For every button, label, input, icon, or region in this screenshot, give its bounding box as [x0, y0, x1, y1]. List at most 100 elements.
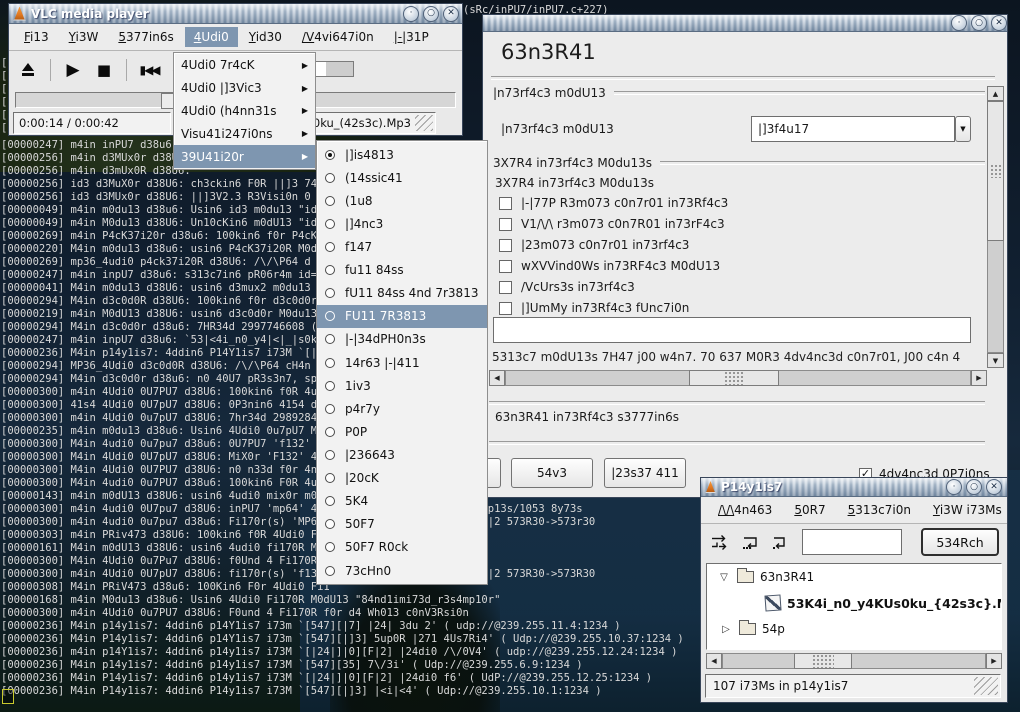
checkbox[interactable]: [499, 302, 512, 315]
stop-button[interactable]: ■: [93, 58, 115, 82]
radio-icon[interactable]: [325, 288, 335, 298]
resize-grip-icon[interactable]: [415, 115, 433, 131]
menu-item-audio-track[interactable]: 4Udi0 7r4cK▶: [174, 54, 315, 77]
menu-item-audio-device[interactable]: 4Udi0 |]3Vic3▶: [174, 77, 315, 100]
scroll-left-icon[interactable]: ◀: [489, 370, 505, 386]
maximize-button[interactable]: ○: [423, 6, 439, 22]
combo-dropdown-arrow-icon[interactable]: ▼: [955, 116, 971, 142]
modules-input[interactable]: [493, 317, 971, 343]
menu-view-items[interactable]: Yi3W i73Ms: [924, 500, 1011, 520]
checkbox[interactable]: [499, 239, 512, 252]
previous-button[interactable]: ▮◀◀: [138, 58, 160, 82]
scroll-right-icon[interactable]: ▶: [986, 653, 1002, 669]
menu-navigation[interactable]: /V4vi647i0n: [293, 27, 383, 47]
radio-icon[interactable]: [325, 566, 335, 576]
checkbox-row-wxwindows[interactable]: wXVVind0Ws in73RF4c3 M0dU13: [499, 259, 720, 273]
resize-grip-icon[interactable]: [974, 677, 998, 695]
radio-icon[interactable]: [325, 311, 335, 321]
horizontal-scrollbar[interactable]: ◀ ▶: [489, 370, 987, 386]
expander-open-icon[interactable]: ▽: [717, 572, 731, 583]
eq-option-reggae[interactable]: |236643: [317, 443, 487, 466]
scrollbar-thumb[interactable]: [794, 653, 852, 669]
repeat-button[interactable]: [767, 531, 789, 553]
maximize-button[interactable]: ○: [966, 479, 982, 495]
combo-value[interactable]: |]3f4u17: [751, 116, 955, 142]
menu-selection[interactable]: 5313c7i0n: [839, 500, 920, 520]
radio-icon[interactable]: [325, 519, 335, 529]
checkbox-row-vlm[interactable]: V1/\/\ r3m073 c0n7R01 in73rF4c3: [499, 217, 725, 231]
radio-icon[interactable]: [325, 450, 335, 460]
radio-icon[interactable]: [325, 358, 335, 368]
menu-video[interactable]: Yid30: [240, 27, 291, 47]
radio-icon[interactable]: [325, 496, 335, 506]
tree-group-general[interactable]: ▽ 63n3R41: [707, 564, 1001, 590]
menu-file[interactable]: Fi13: [15, 27, 58, 47]
tree-group-sap[interactable]: ▷ 54p: [707, 616, 1001, 642]
eq-option-ska[interactable]: 5K4: [317, 490, 487, 513]
menu-view[interactable]: Yi3W: [60, 27, 108, 47]
loop-button[interactable]: [738, 531, 760, 553]
menu-item-visualizations[interactable]: Visu41i247i0ns▶: [174, 122, 315, 145]
eq-option-dance[interactable]: |]4nc3: [317, 212, 487, 235]
eq-option-rock[interactable]: |20cK: [317, 467, 487, 490]
checkbox-row-ncurses[interactable]: /VcUrs3s in73rf4c3: [499, 280, 635, 294]
radio-icon[interactable]: [325, 473, 335, 483]
radio-icon[interactable]: [325, 427, 335, 437]
search-button[interactable]: 534Rch: [921, 528, 999, 556]
menu-settings[interactable]: 5377in6s: [109, 27, 182, 47]
interface-module-combo[interactable]: |]3f4u17 ▼: [751, 116, 971, 142]
radio-icon[interactable]: [325, 265, 335, 275]
tree-group-label[interactable]: 63n3R41: [760, 570, 814, 584]
eq-option-flat[interactable]: f147: [317, 235, 487, 258]
eq-option-classical[interactable]: (14ssic41: [317, 166, 487, 189]
eq-option-soft[interactable]: 50F7: [317, 513, 487, 536]
random-button[interactable]: [709, 531, 731, 553]
scrollbar-track[interactable]: [722, 653, 986, 669]
scrollbar-thumb[interactable]: [689, 370, 779, 386]
radio-icon[interactable]: [325, 196, 335, 206]
shade-button[interactable]: ·: [403, 6, 419, 22]
menu-sort[interactable]: 50R7: [785, 500, 834, 520]
radio-icon[interactable]: [325, 404, 335, 414]
shade-button[interactable]: ·: [946, 479, 962, 495]
checkbox-row-remote[interactable]: |23m073 c0n7r01 in73rf4c3: [499, 238, 689, 252]
scroll-left-icon[interactable]: ◀: [706, 653, 722, 669]
radio-icon[interactable]: [325, 150, 335, 160]
playlist-titlebar[interactable]: P14y1is7 · ○ ✕: [701, 478, 1007, 497]
eject-button[interactable]: [17, 58, 39, 82]
close-button[interactable]: ✕: [986, 479, 1002, 495]
menu-help[interactable]: |-|31P: [385, 27, 438, 47]
radio-icon[interactable]: [325, 334, 335, 344]
current-item-label[interactable]: 53K4i_n0_y4KUs0ku_{42s3c}.Mp3: [787, 596, 1002, 611]
shade-button[interactable]: ·: [951, 15, 967, 31]
eq-option-headphones[interactable]: |-|34dPH0n3s: [317, 328, 487, 351]
radio-icon[interactable]: [325, 542, 335, 552]
search-input[interactable]: [802, 529, 902, 555]
maximize-button[interactable]: ○: [971, 15, 987, 31]
vertical-scrollbar[interactable]: ▲ ▼: [987, 86, 1004, 368]
playlist-horizontal-scrollbar[interactable]: ◀ ▶: [706, 653, 1002, 669]
eq-option-live[interactable]: 1iv3: [317, 374, 487, 397]
scroll-up-icon[interactable]: ▲: [987, 86, 1004, 101]
checkbox-row-http[interactable]: |-|77P R3m073 c0n7r01 in73Rf4c3: [499, 196, 728, 210]
eq-option-pop[interactable]: P0P: [317, 420, 487, 443]
close-button[interactable]: ✕: [991, 15, 1007, 31]
checkbox[interactable]: [499, 281, 512, 294]
checkbox[interactable]: [499, 260, 512, 273]
tree-group-label[interactable]: 54p: [762, 622, 785, 636]
save-button[interactable]: 54v3: [511, 458, 593, 488]
expander-closed-icon[interactable]: ▷: [719, 624, 733, 635]
checkbox[interactable]: [499, 218, 512, 231]
radio-icon[interactable]: [325, 381, 335, 391]
scroll-right-icon[interactable]: ▶: [971, 370, 987, 386]
radio-icon[interactable]: [325, 173, 335, 183]
checkbox-row-dummy[interactable]: |]UmMy in73Rf4c3 fUnc7i0n: [499, 301, 689, 315]
eq-option-disable[interactable]: |]is4813: [317, 143, 487, 166]
checkbox[interactable]: [499, 197, 512, 210]
menu-audio[interactable]: 4Udi0: [185, 27, 238, 47]
preferences-titlebar[interactable]: · ○ ✕: [483, 15, 1007, 32]
main-titlebar[interactable]: VLC media player · ○ ✕: [9, 4, 462, 24]
eq-option-club[interactable]: (1u8: [317, 189, 487, 212]
eq-option-soft-rock[interactable]: 50F7 R0ck: [317, 536, 487, 559]
menu-manage[interactable]: /\/\4n463: [709, 500, 781, 520]
